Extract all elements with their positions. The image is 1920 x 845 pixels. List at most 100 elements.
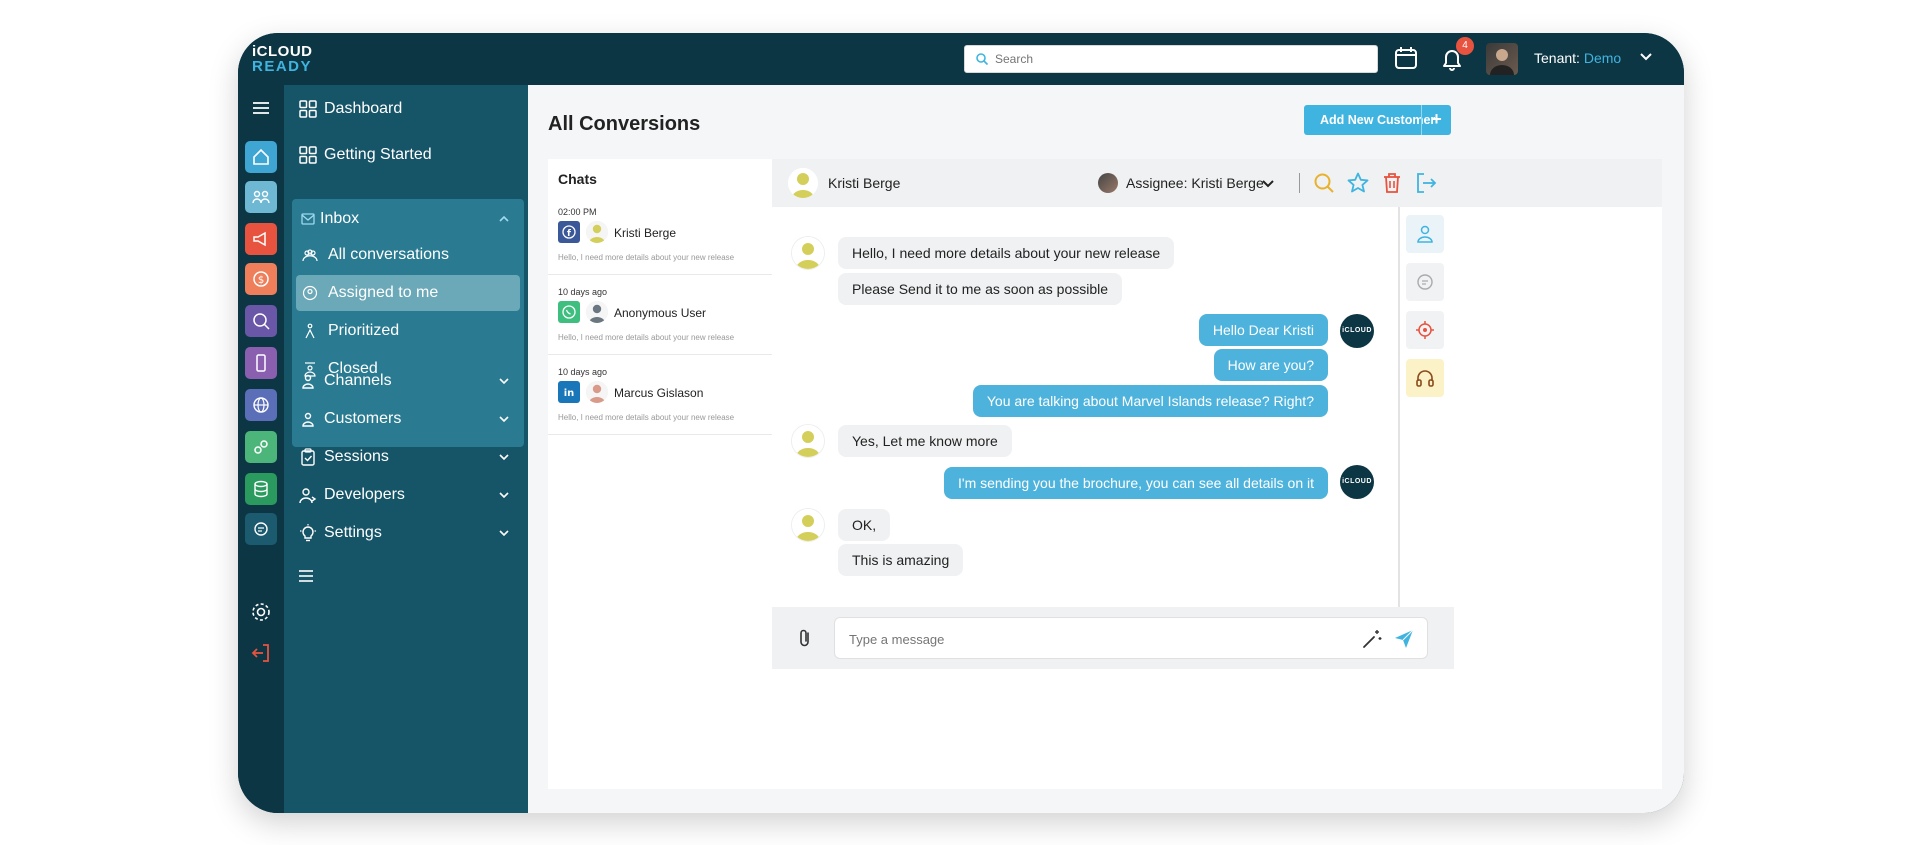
- chat-list-item[interactable]: 10 days ago Anonymous User Hello, I need…: [548, 275, 772, 355]
- chevron-down-icon[interactable]: [498, 375, 510, 387]
- person-priority-icon: [305, 323, 315, 339]
- hamburger-menu-icon[interactable]: [250, 99, 272, 117]
- message-input-box[interactable]: [834, 617, 1428, 659]
- app-chat-icon[interactable]: [245, 513, 277, 545]
- user-photo-icon: [1490, 49, 1514, 75]
- plus-icon[interactable]: +: [1421, 105, 1451, 135]
- sidebar-sub-assigned-to-me[interactable]: Assigned to me: [296, 275, 520, 311]
- user-avatar[interactable]: [1486, 43, 1518, 75]
- sidebar-item-getting-started[interactable]: Getting Started: [294, 137, 520, 173]
- chevron-down-icon[interactable]: [498, 489, 510, 501]
- exit-icon[interactable]: [1414, 171, 1438, 195]
- app-window: iCLOUD READY 4 Tenant: Demo $: [238, 33, 1684, 813]
- notes-button[interactable]: [1406, 263, 1444, 301]
- magic-wand-icon[interactable]: [1361, 628, 1383, 650]
- notification-badge: 4: [1456, 37, 1474, 55]
- star-icon[interactable]: [1346, 171, 1370, 195]
- chat-bubble-icon: [1417, 274, 1433, 290]
- chat-list-item[interactable]: 10 days ago in Marcus Gislason Hello, I …: [548, 355, 772, 435]
- app-database-icon[interactable]: [245, 473, 277, 505]
- chevron-down-icon[interactable]: [498, 451, 510, 463]
- search-box[interactable]: [964, 45, 1378, 73]
- chats-panel: Chats 02:00 PM f Kristi Berge Hello, I n…: [548, 159, 772, 789]
- tenant-label: Tenant:: [1534, 50, 1580, 66]
- linkedin-icon: in: [558, 381, 580, 403]
- conversation-side-tools: [1398, 207, 1454, 607]
- message-bubble-incoming: This is amazing: [838, 544, 964, 576]
- collapse-menu-icon[interactable]: [298, 569, 314, 583]
- chat-contact-name: Anonymous User: [614, 306, 707, 320]
- sidebar-item-settings[interactable]: Settings: [294, 515, 520, 551]
- chevron-up-icon[interactable]: [498, 213, 510, 225]
- message-thread: Hello, I need more details about your ne…: [772, 207, 1398, 607]
- sidebar-item-dashboard[interactable]: Dashboard: [294, 91, 520, 127]
- app-campaign-icon[interactable]: [245, 223, 277, 255]
- svg-text:$: $: [258, 275, 264, 286]
- sidebar-item-channels[interactable]: Channels: [294, 363, 520, 399]
- chat-list-item[interactable]: 02:00 PM f Kristi Berge Hello, I need mo…: [548, 195, 772, 275]
- sidebar-item-sessions[interactable]: Sessions: [294, 439, 520, 475]
- sidebar-item-customers[interactable]: Customers: [294, 401, 520, 437]
- search-icon[interactable]: [1312, 171, 1336, 195]
- agent-avatar: iCLOUD: [1340, 465, 1374, 499]
- app-finance-icon[interactable]: $: [245, 263, 277, 295]
- gear-icon[interactable]: [249, 600, 273, 624]
- crosshair-icon: [1416, 321, 1434, 339]
- clipboard-check-icon: [301, 448, 315, 466]
- tenant-selector[interactable]: Tenant: Demo: [1534, 50, 1621, 66]
- chevron-down-icon[interactable]: [498, 413, 510, 425]
- add-new-customer-button[interactable]: Add New Customer +: [1304, 105, 1451, 135]
- sidebar-sub-prioritized[interactable]: Prioritized: [296, 313, 520, 349]
- sidebar-item-label: Settings: [324, 524, 382, 541]
- header-divider: [1299, 173, 1300, 193]
- chats-title: Chats: [558, 171, 597, 187]
- message-bubble-outgoing: I'm sending you the brochure, you can se…: [944, 467, 1328, 499]
- sidebar-item-label: Dashboard: [324, 100, 403, 117]
- person-icon: [302, 374, 314, 389]
- app-globe-icon[interactable]: [245, 389, 277, 421]
- agent-avatar: iCLOUD: [1340, 314, 1374, 348]
- search-input[interactable]: [995, 49, 1365, 69]
- contact-info-button[interactable]: [1406, 215, 1444, 253]
- app-team-icon[interactable]: [245, 181, 277, 213]
- conversation-contact-name: Kristi Berge: [828, 175, 901, 191]
- logo[interactable]: iCLOUD READY: [252, 43, 332, 77]
- svg-text:in: in: [564, 388, 575, 399]
- app-rail: $: [238, 85, 284, 813]
- chat-preview: Hello, I need more details about your ne…: [558, 253, 735, 262]
- logout-icon[interactable]: [249, 641, 273, 665]
- grid-icon: [299, 100, 317, 118]
- chevron-down-icon[interactable]: [1638, 49, 1654, 65]
- grid-icon: [299, 146, 317, 164]
- sidebar-item-inbox[interactable]: Inbox: [294, 201, 520, 237]
- send-icon[interactable]: [1393, 628, 1415, 650]
- chevron-down-icon[interactable]: [498, 527, 510, 539]
- trash-icon[interactable]: [1380, 171, 1404, 195]
- sidebar-item-label: Inbox: [320, 210, 360, 227]
- target-button[interactable]: [1406, 311, 1444, 349]
- message-bubble-incoming: OK,: [838, 509, 891, 541]
- app-mobile-icon[interactable]: [245, 347, 277, 379]
- assignee-label: Assignee: Kristi Berge: [1126, 175, 1264, 191]
- message-input[interactable]: [849, 629, 1339, 649]
- contact-avatar: [586, 381, 608, 403]
- sidebar-item-label: Customers: [324, 410, 402, 427]
- app-integrations-icon[interactable]: [245, 431, 277, 463]
- main-content: All Conversions Add New Customer + Chats…: [528, 85, 1684, 813]
- chevron-down-icon[interactable]: [1260, 176, 1276, 192]
- app-analytics-icon[interactable]: [245, 305, 277, 337]
- customer-avatar: [792, 425, 824, 457]
- sidebar-sub-label: Prioritized: [328, 322, 400, 339]
- message-bubble-incoming: Hello, I need more details about your ne…: [838, 237, 1175, 269]
- chat-time: 10 days ago: [558, 287, 608, 297]
- add-new-customer-label: Add New Customer: [1320, 113, 1436, 127]
- calendar-icon[interactable]: [1392, 44, 1420, 72]
- person-icon: [302, 412, 314, 427]
- support-button[interactable]: [1406, 359, 1444, 397]
- sidebar-sub-all-conversations[interactable]: All conversations: [296, 237, 520, 273]
- sidebar-item-developers[interactable]: Developers: [294, 477, 520, 513]
- contact-avatar: [586, 301, 608, 323]
- app-home-icon[interactable]: [245, 141, 277, 173]
- paperclip-icon[interactable]: [794, 627, 816, 649]
- message-bubble-outgoing: How are you?: [1213, 349, 1328, 381]
